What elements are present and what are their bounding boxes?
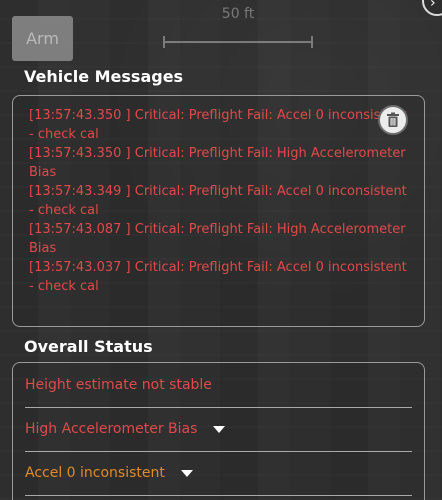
status-item-accel-bias[interactable]: High Accelerometer Bias (25, 407, 412, 452)
status-item-label: Height estimate not stable (25, 377, 212, 393)
caret-down-icon[interactable] (213, 425, 226, 433)
map-scale-label: 50 ft (221, 6, 255, 22)
message-item: [13:57:43.350 ] Critical: Preflight Fail… (29, 108, 407, 142)
message-item: [13:57:43.087 ] Critical: Preflight Fail… (29, 222, 406, 256)
chevron-right-icon: › (430, 0, 436, 11)
overall-status-title: Overall Status (24, 337, 153, 356)
overall-status-list: Height estimate not stable High Accelero… (12, 362, 425, 500)
message-item: [13:57:43.350 ] Critical: Preflight Fail… (29, 146, 406, 180)
status-item-label: High Accelerometer Bias (25, 421, 198, 437)
vehicle-messages-list[interactable]: [13:57:43.350 ] Critical: Preflight Fail… (12, 95, 425, 327)
message-item: [13:57:43.349 ] Critical: Preflight Fail… (29, 184, 407, 218)
vehicle-messages-title: Vehicle Messages (24, 67, 184, 86)
message-item: [13:57:43.037 ] Critical: Preflight Fail… (29, 260, 407, 294)
status-item-accel-inconsistent[interactable]: Accel 0 inconsistent (25, 451, 412, 496)
caret-down-icon[interactable] (180, 469, 193, 477)
map-scale-bar (163, 36, 313, 48)
clear-messages-button[interactable] (378, 105, 408, 135)
status-item-height-estimate: Height estimate not stable (25, 363, 412, 408)
map-scale: 50 ft (163, 6, 313, 48)
status-item-label: Accel 0 inconsistent (25, 465, 165, 481)
trash-icon (387, 112, 399, 127)
arm-button[interactable]: Arm (12, 16, 73, 61)
